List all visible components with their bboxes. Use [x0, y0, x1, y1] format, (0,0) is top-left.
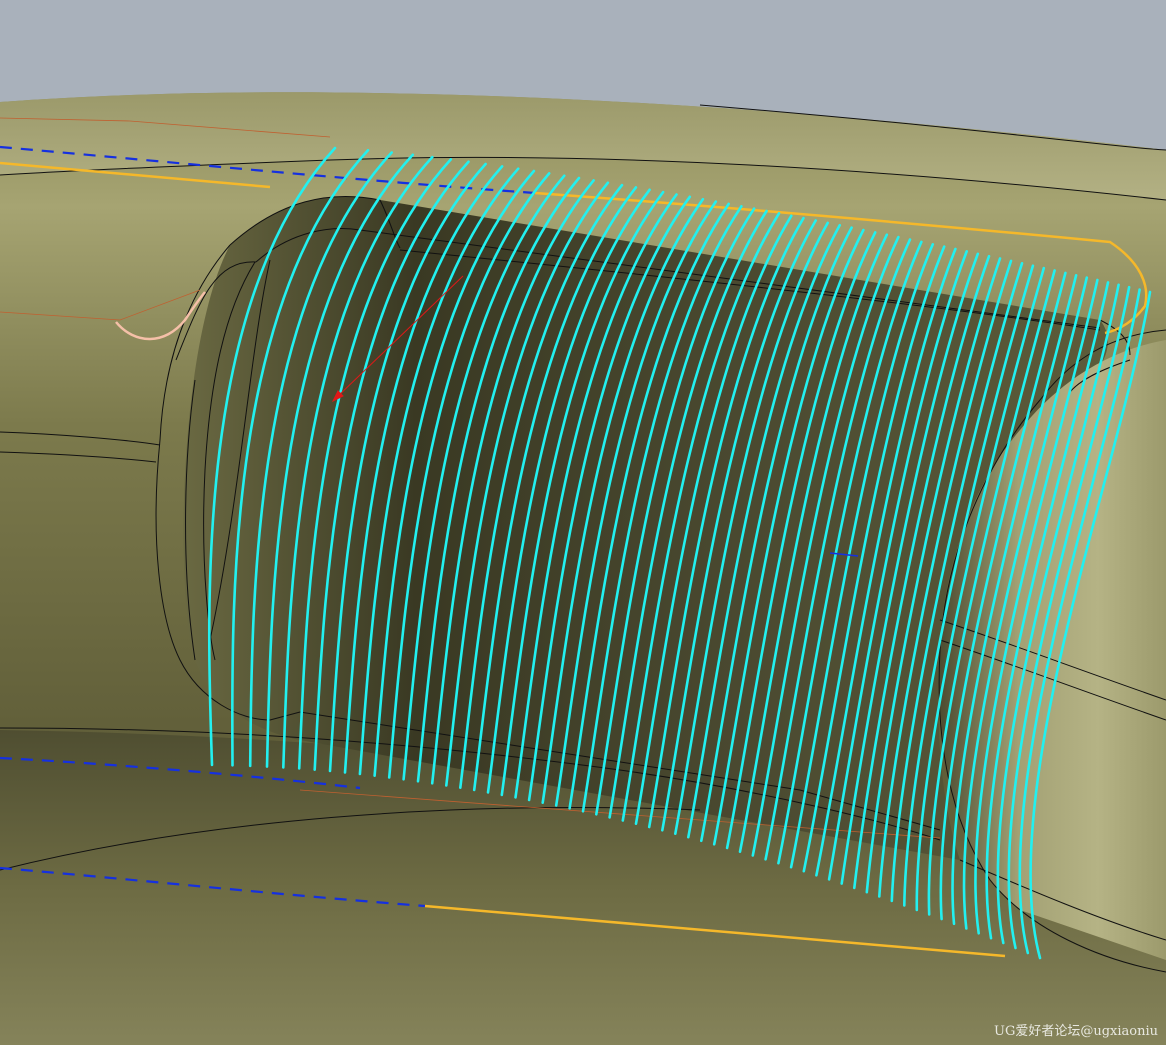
3d-model-view[interactable] [0, 0, 1166, 1045]
watermark-text: UG爱好者论坛@ugxiaoniu [993, 1024, 1158, 1039]
cad-graphics-viewport[interactable]: UG爱好者论坛@ugxiaoniu [0, 0, 1166, 1045]
